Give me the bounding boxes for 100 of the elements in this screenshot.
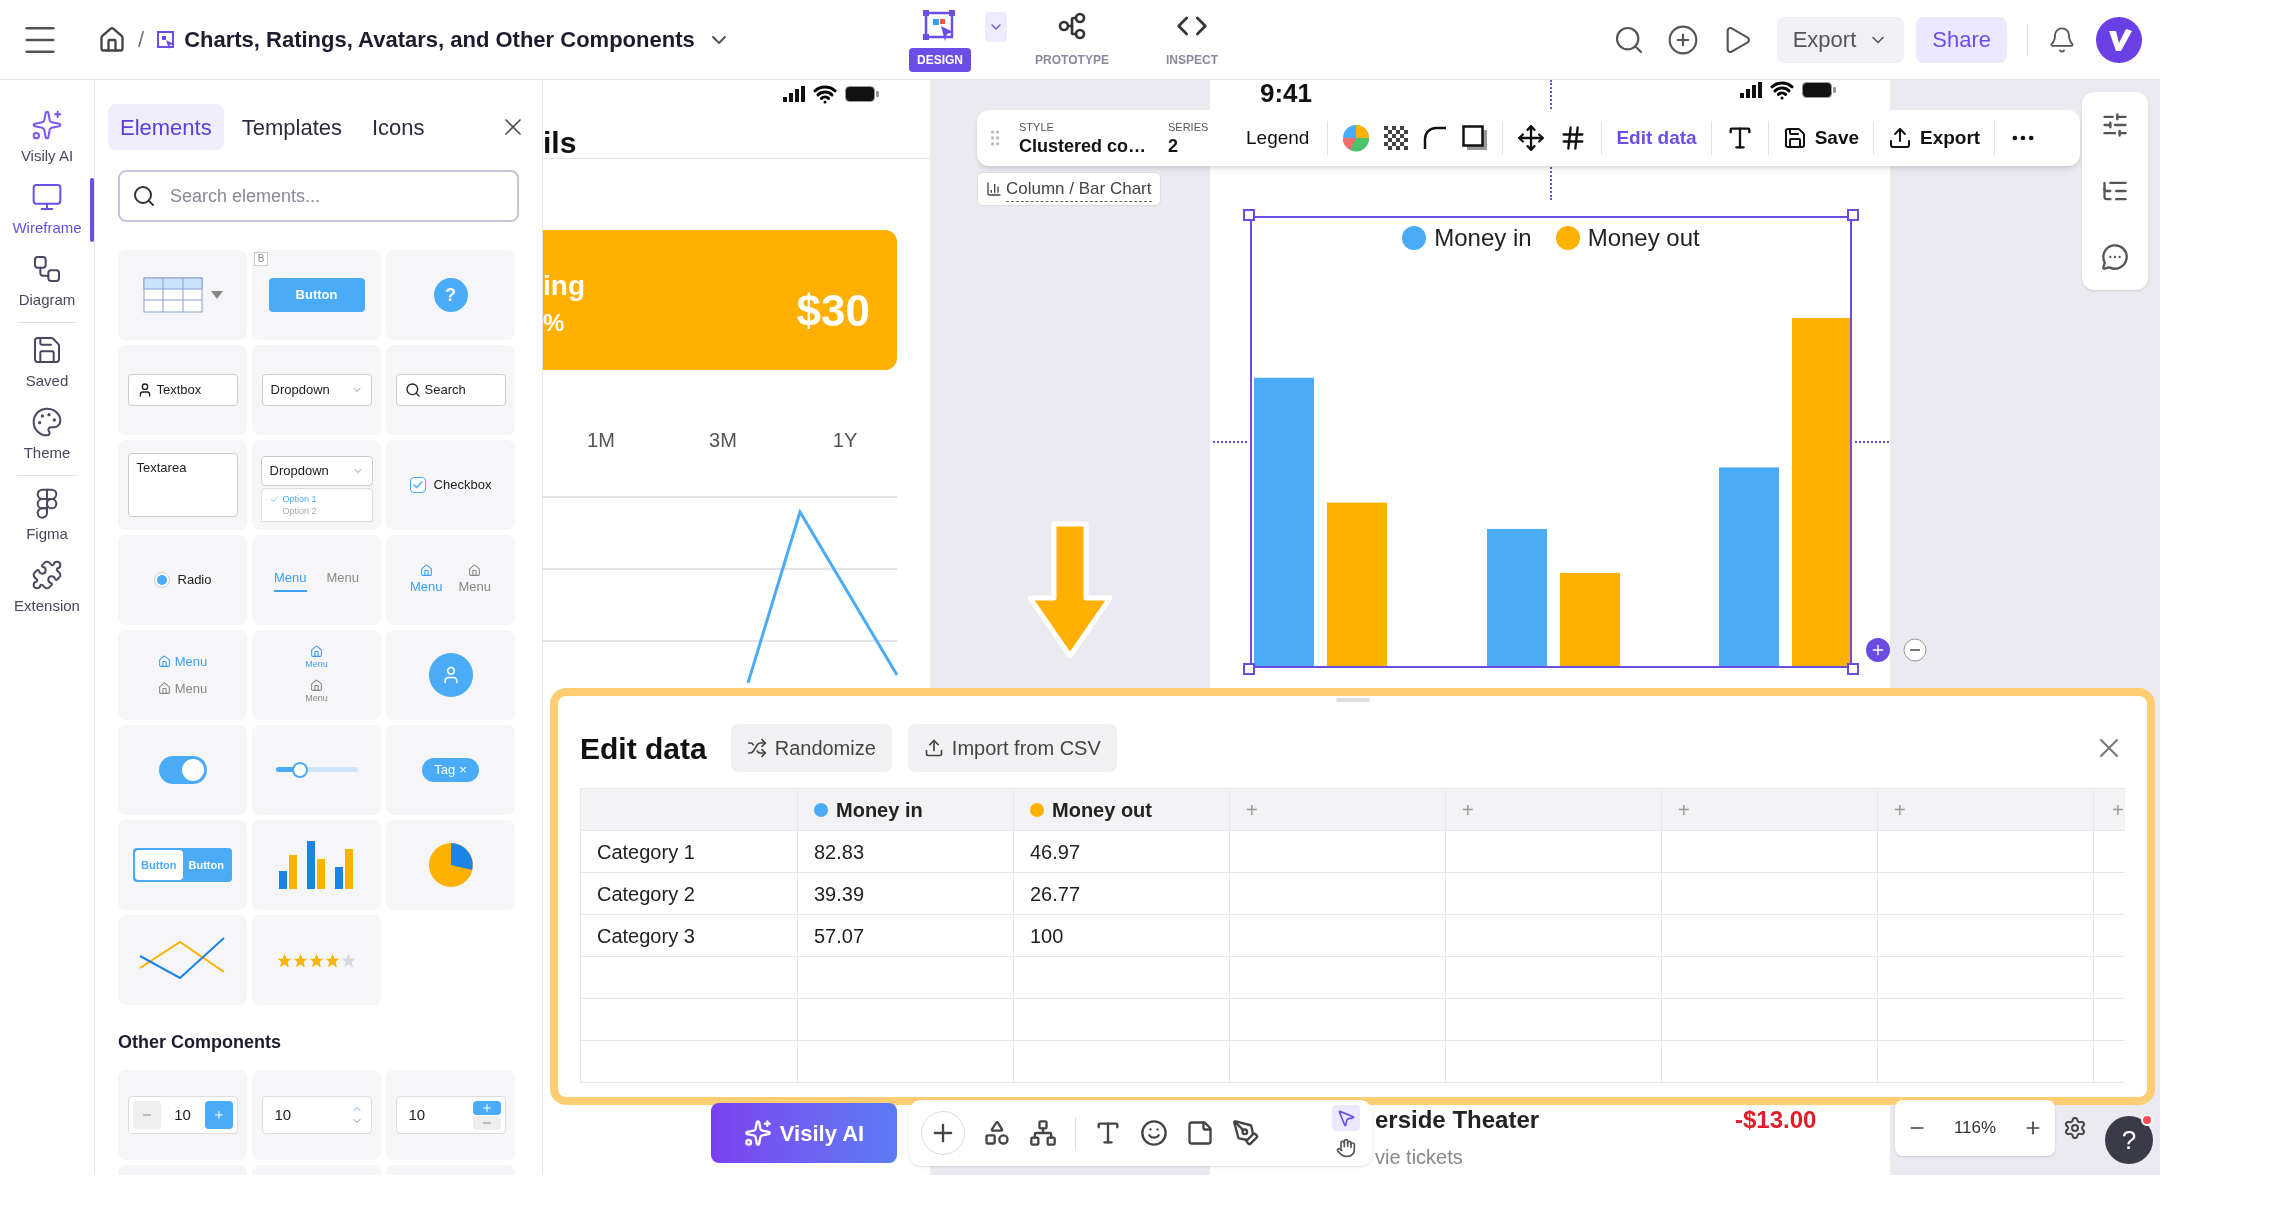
element-tile[interactable] <box>118 915 247 1005</box>
palette-icon[interactable] <box>31 405 63 438</box>
element-tile[interactable]: 10 <box>252 1070 381 1160</box>
diagram-icon[interactable] <box>1029 1119 1057 1147</box>
element-tile[interactable]: B Button <box>252 250 381 340</box>
checkbox[interactable] <box>409 477 426 493</box>
notification-bell-icon[interactable] <box>2048 25 2076 54</box>
share-button[interactable]: Share <box>1916 16 2007 63</box>
add-icon[interactable] <box>1666 23 1699 56</box>
textarea-preview[interactable]: Textarea <box>127 453 238 517</box>
rail-item[interactable]: Theme <box>0 399 94 471</box>
style-dropdown[interactable]: STYLE Clustered co… <box>1019 121 1154 155</box>
radio-button[interactable] <box>153 572 170 588</box>
element-tile[interactable]: Dropdown Option 1 Option 2 <box>252 440 381 530</box>
home-icon <box>310 644 323 658</box>
remove-button[interactable] <box>1903 638 1927 662</box>
resize-handle[interactable] <box>1847 663 1859 675</box>
element-tile[interactable] <box>118 250 247 340</box>
home-icon[interactable] <box>98 25 126 54</box>
rail-item[interactable]: Extension <box>0 552 94 624</box>
element-tile[interactable] <box>252 725 381 815</box>
panel-tab[interactable]: Elements <box>108 104 224 150</box>
element-tile[interactable]: Textbox <box>118 345 247 435</box>
visily-ai-button[interactable]: Visily AI <box>711 1103 897 1163</box>
element-tile[interactable]: Textarea <box>118 440 247 530</box>
comment-icon[interactable] <box>2101 243 2129 271</box>
star-icon <box>277 952 292 968</box>
pen-icon[interactable] <box>1232 1119 1260 1147</box>
randomize-button[interactable]: Randomize <box>730 724 892 772</box>
settings-sliders-icon[interactable] <box>2101 111 2129 139</box>
sticky-note-icon[interactable] <box>1186 1119 1214 1147</box>
menu-item[interactable]: Menu <box>305 679 328 706</box>
table-cell: 26.77 <box>1014 873 1230 915</box>
series-dropdown[interactable]: SERIES 2 <box>1168 121 1228 155</box>
sparkle-icon[interactable] <box>31 108 63 141</box>
export-chart-button[interactable]: Export <box>1888 123 1981 153</box>
element-tile[interactable]: Dropdown <box>252 345 381 435</box>
range-option[interactable]: 1Y <box>817 425 873 455</box>
element-tile[interactable] <box>386 630 515 720</box>
textbox-preview[interactable]: Textbox <box>127 374 238 406</box>
toggle-switch[interactable] <box>158 756 207 784</box>
puzzle-icon[interactable] <box>31 558 63 591</box>
stepper-value: 10 <box>408 1104 426 1125</box>
element-tile[interactable] <box>118 725 247 815</box>
rail-item[interactable]: Diagram <box>0 246 94 318</box>
mode-tab[interactable]: DESIGN <box>895 0 985 80</box>
panel-tab[interactable]: Templates <box>229 104 354 150</box>
search-field[interactable]: Search elements... <box>118 170 519 222</box>
rail-item[interactable]: Figma <box>0 480 94 552</box>
rail-item[interactable]: Wireframe <box>0 174 94 246</box>
home-icon <box>157 682 171 696</box>
element-tile[interactable]: 10 <box>118 1070 247 1160</box>
export-button[interactable]: Export <box>1776 16 1905 63</box>
rail-item[interactable]: Visily AI <box>0 102 94 174</box>
import-csv-button[interactable]: Import from CSV <box>907 724 1117 772</box>
card-label: ing <box>543 269 585 303</box>
settings-icon[interactable] <box>2063 1116 2087 1140</box>
dropdown-preview[interactable]: Dropdown <box>260 456 373 486</box>
element-tile[interactable]: Checkbox <box>386 440 515 530</box>
element-tile[interactable] <box>386 820 515 910</box>
legend-dropdown[interactable]: Legend <box>1242 123 1314 153</box>
resize-handle[interactable] <box>1243 209 1255 221</box>
check-icon <box>411 479 424 491</box>
signal-icon <box>783 86 805 102</box>
corner-radius-icon[interactable] <box>1422 125 1449 151</box>
axis-icon[interactable] <box>1517 124 1546 152</box>
save-button[interactable]: Save <box>1782 123 1859 153</box>
column-header[interactable]: Money in <box>798 789 1014 831</box>
file-title[interactable]: Charts, Ratings, Avatars, and Other Components <box>184 23 695 56</box>
element-tile[interactable] <box>252 820 381 910</box>
selection-indicator <box>90 178 94 242</box>
upload-icon <box>1888 126 1912 150</box>
rail-item[interactable]: Saved <box>0 327 94 399</box>
stepper-value: 10 <box>174 1104 191 1125</box>
help-button[interactable]: ? <box>2105 1116 2153 1164</box>
search-field-preview[interactable]: Search <box>395 374 506 406</box>
chart-type-chip[interactable]: Column / Bar Chart <box>977 172 1161 206</box>
element-tile[interactable]: Search <box>386 345 515 435</box>
element-tile[interactable]: Radio <box>118 535 247 625</box>
avatar[interactable] <box>2096 16 2142 63</box>
zoom-level[interactable]: 116% <box>1953 1115 1997 1141</box>
panel-tab[interactable]: Icons <box>360 104 437 150</box>
shadow-icon[interactable] <box>1462 125 1489 151</box>
column-header[interactable]: Money out <box>1014 789 1230 831</box>
opacity-icon[interactable] <box>1384 126 1409 150</box>
element-tile[interactable] <box>252 915 381 1005</box>
element-tile[interactable]: 10 <box>386 1070 515 1160</box>
edit-data-button[interactable]: Edit data <box>1616 123 1697 153</box>
element-tile[interactable]: Menu Menu <box>252 630 381 720</box>
resize-handle[interactable] <box>1243 663 1255 675</box>
range-option[interactable]: 3M <box>695 425 751 455</box>
color-palette-icon[interactable] <box>1342 124 1371 152</box>
range-option[interactable]: 1M <box>573 425 629 455</box>
emoji-icon[interactable] <box>1140 1119 1168 1147</box>
slider-thumb[interactable] <box>292 762 309 778</box>
pointer-tool[interactable] <box>1332 1105 1360 1131</box>
shapes-icon[interactable] <box>983 1119 1011 1147</box>
upload-icon <box>923 738 944 758</box>
resize-handle[interactable] <box>1847 209 1859 221</box>
dropdown-preview[interactable]: Dropdown <box>261 374 372 406</box>
